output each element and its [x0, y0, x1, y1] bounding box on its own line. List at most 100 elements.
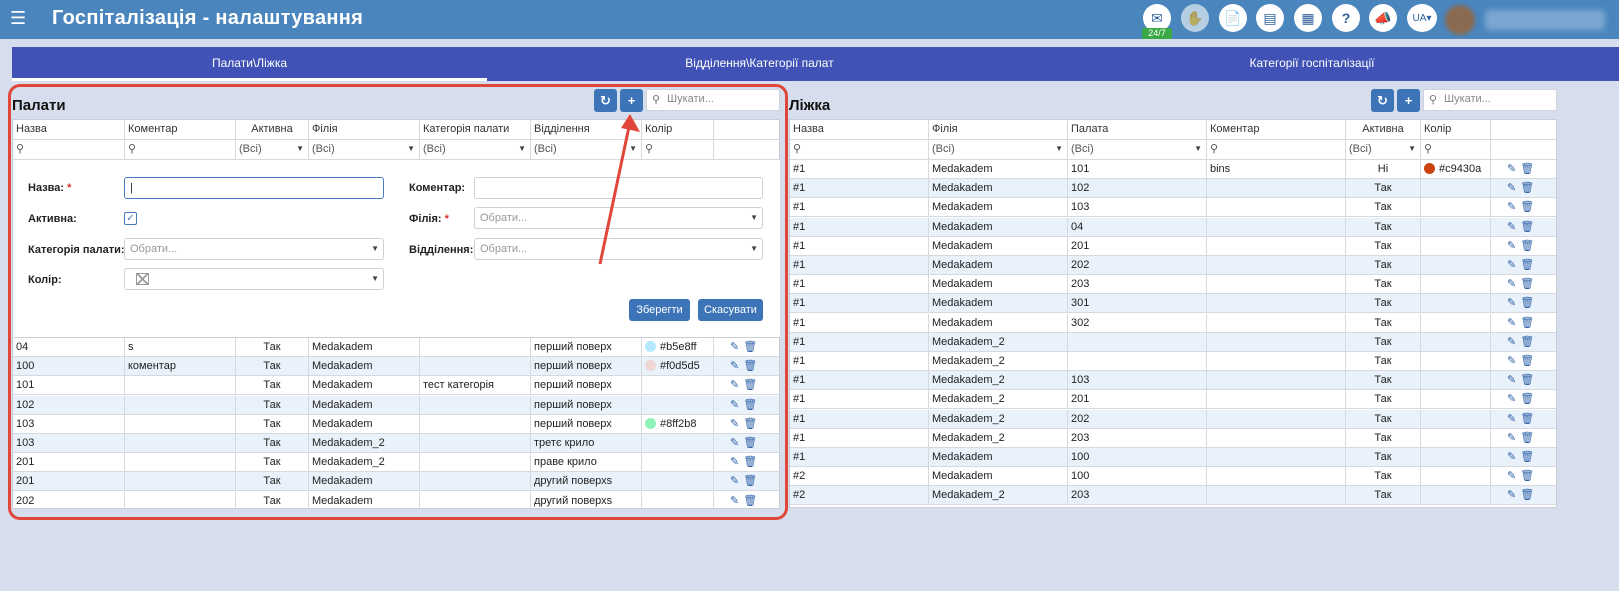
branch-filter-select[interactable]: (Всі) ▼: [929, 140, 1068, 159]
pdf-icon[interactable]: 📄: [1219, 4, 1247, 32]
cancel-button[interactable]: Скасувати: [698, 299, 763, 321]
refresh-icon[interactable]: ↻: [594, 89, 617, 112]
table-row[interactable]: #1 Medakadem_2 Так ✎🗑: [790, 332, 1556, 352]
table-row[interactable]: 103 Так Medakadem_2 третє крило ✎🗑: [13, 434, 779, 453]
edit-icon[interactable]: ✎: [1507, 355, 1520, 367]
table-row[interactable]: 100 коментар Так Medakadem перший поверх #f0d…: [13, 357, 779, 377]
hand-icon[interactable]: ✋: [1181, 4, 1209, 32]
avatar[interactable]: [1445, 5, 1475, 35]
table-row[interactable]: #1 Medakadem 302 Так ✎🗑: [790, 313, 1556, 333]
filter-search-icon[interactable]: ⚲: [1421, 140, 1491, 159]
delete-icon[interactable]: 🗑: [1520, 240, 1538, 252]
category-filter-select[interactable]: (Всі) ▼: [420, 140, 531, 159]
edit-icon[interactable]: ✎: [1507, 221, 1520, 233]
column-header[interactable]: Активна: [1346, 120, 1421, 139]
edit-icon[interactable]: ✎: [1507, 240, 1520, 252]
table-row[interactable]: 202 Так Medakadem другий поверхs ✎🗑: [13, 491, 779, 508]
filter-search-icon[interactable]: ⚲: [125, 140, 236, 159]
wards-search-input[interactable]: ⚲ Шукати...: [646, 89, 780, 111]
column-header[interactable]: Колір: [642, 120, 714, 139]
delete-icon[interactable]: 🗑: [1520, 374, 1538, 386]
edit-icon[interactable]: ✎: [1507, 259, 1520, 271]
branch-select[interactable]: Обрати... ▼: [474, 207, 763, 229]
column-header[interactable]: Філія: [929, 120, 1068, 139]
table-row[interactable]: #1 Medakadem 202 Так ✎🗑: [790, 256, 1556, 275]
table-row[interactable]: #1 Medakadem_2 203 Так ✎🗑: [790, 428, 1556, 448]
ward-filter-select[interactable]: (Всі) ▼: [1068, 140, 1207, 159]
edit-icon[interactable]: ✎: [1507, 470, 1520, 482]
delete-icon[interactable]: 🗑: [1520, 163, 1538, 175]
delete-icon[interactable]: 🗑: [1520, 182, 1538, 194]
delete-icon[interactable]: 🗑: [743, 495, 761, 507]
edit-icon[interactable]: ✎: [730, 341, 743, 353]
delete-icon[interactable]: 🗑: [1520, 201, 1538, 213]
department-select[interactable]: Обрати... ▼: [474, 238, 763, 260]
edit-icon[interactable]: ✎: [730, 495, 743, 507]
delete-icon[interactable]: 🗑: [743, 360, 761, 372]
delete-icon[interactable]: 🗑: [1520, 336, 1538, 348]
calculator-icon[interactable]: ▦: [1294, 4, 1322, 32]
edit-icon[interactable]: ✎: [730, 360, 743, 372]
delete-icon[interactable]: 🗑: [1520, 393, 1538, 405]
table-row[interactable]: #1 Medakadem 103 Так ✎🗑: [790, 198, 1556, 218]
branch-filter-select[interactable]: (Всі) ▼: [309, 140, 420, 159]
edit-icon[interactable]: ✎: [730, 379, 743, 391]
delete-icon[interactable]: 🗑: [1520, 259, 1538, 271]
table-row[interactable]: #1 Medakadem 04 Так ✎🗑: [790, 217, 1556, 237]
edit-icon[interactable]: ✎: [1507, 451, 1520, 463]
delete-icon[interactable]: 🗑: [1520, 355, 1538, 367]
delete-icon[interactable]: 🗑: [743, 475, 761, 487]
column-header[interactable]: Коментар: [125, 120, 236, 139]
color-picker[interactable]: ▼: [124, 268, 384, 290]
table-row[interactable]: #1 Medakadem_2 Так ✎🗑: [790, 352, 1556, 371]
table-row[interactable]: 102 Так Medakadem перший поверх ✎🗑: [13, 395, 779, 415]
hamburger-icon[interactable]: ☰: [10, 9, 26, 27]
table-row[interactable]: 103 Так Medakadem перший поверх #8ff2b8 ✎🗑: [13, 414, 779, 434]
column-header[interactable]: Колір: [1421, 120, 1491, 139]
delete-icon[interactable]: 🗑: [1520, 317, 1538, 329]
table-row[interactable]: 201 Так Medakadem_2 праве крило ✎🗑: [13, 453, 779, 473]
delete-icon[interactable]: 🗑: [743, 437, 761, 449]
edit-icon[interactable]: ✎: [1507, 163, 1520, 175]
table-row[interactable]: #1 Medakadem 201 Так ✎🗑: [790, 236, 1556, 256]
edit-icon[interactable]: ✎: [1507, 393, 1520, 405]
column-header[interactable]: Назва: [790, 120, 929, 139]
edit-icon[interactable]: ✎: [1507, 201, 1520, 213]
tab-departments-categories[interactable]: Відділення\Категорії палат: [487, 47, 1032, 81]
table-row[interactable]: 101 Так Medakadem тест категорія перший пове…: [13, 376, 779, 396]
column-header[interactable]: Філія: [309, 120, 420, 139]
filter-search-icon[interactable]: ⚲: [790, 140, 929, 159]
edit-icon[interactable]: ✎: [1507, 413, 1520, 425]
name-input[interactable]: |: [124, 177, 384, 199]
table-row[interactable]: #1 Medakadem_2 103 Так ✎🗑: [790, 371, 1556, 391]
delete-icon[interactable]: 🗑: [743, 399, 761, 411]
edit-icon[interactable]: ✎: [1507, 182, 1520, 194]
delete-icon[interactable]: 🗑: [743, 418, 761, 430]
save-button[interactable]: Зберегти: [629, 299, 690, 321]
table-row[interactable]: #1 Medakadem 101 bins Ні #c9430a ✎🗑: [790, 160, 1556, 179]
delete-icon[interactable]: 🗑: [1520, 489, 1538, 501]
table-row[interactable]: 04 s Так Medakadem перший поверх #b5e8ff ✎🗑: [13, 338, 779, 357]
delete-icon[interactable]: 🗑: [1520, 470, 1538, 482]
column-header[interactable]: Коментар: [1207, 120, 1346, 139]
help-icon[interactable]: ?: [1332, 4, 1360, 32]
delete-icon[interactable]: 🗑: [743, 456, 761, 468]
table-row[interactable]: #2 Medakadem 100 Так ✎🗑: [790, 467, 1556, 487]
language-selector[interactable]: UA ▾: [1407, 4, 1437, 32]
edit-icon[interactable]: ✎: [730, 437, 743, 449]
table-row[interactable]: #2 Medakadem_2 203 Так ✎🗑: [790, 486, 1556, 506]
active-filter-select[interactable]: (Всі) ▼: [1346, 140, 1421, 159]
column-header[interactable]: Назва: [13, 120, 125, 139]
megaphone-icon[interactable]: 📣: [1369, 4, 1397, 32]
active-checkbox[interactable]: ✓: [124, 212, 137, 225]
add-bed-button[interactable]: +: [1397, 89, 1420, 112]
edit-icon[interactable]: ✎: [730, 475, 743, 487]
column-header[interactable]: Активна: [236, 120, 309, 139]
edit-icon[interactable]: ✎: [730, 418, 743, 430]
table-row[interactable]: #1 Medakadem 301 Так ✎🗑: [790, 294, 1556, 314]
edit-icon[interactable]: ✎: [1507, 432, 1520, 444]
tab-wards-beds[interactable]: Палати\Ліжка: [12, 47, 487, 81]
column-header[interactable]: Відділення: [531, 120, 642, 139]
delete-icon[interactable]: 🗑: [743, 379, 761, 391]
delete-icon[interactable]: 🗑: [1520, 413, 1538, 425]
